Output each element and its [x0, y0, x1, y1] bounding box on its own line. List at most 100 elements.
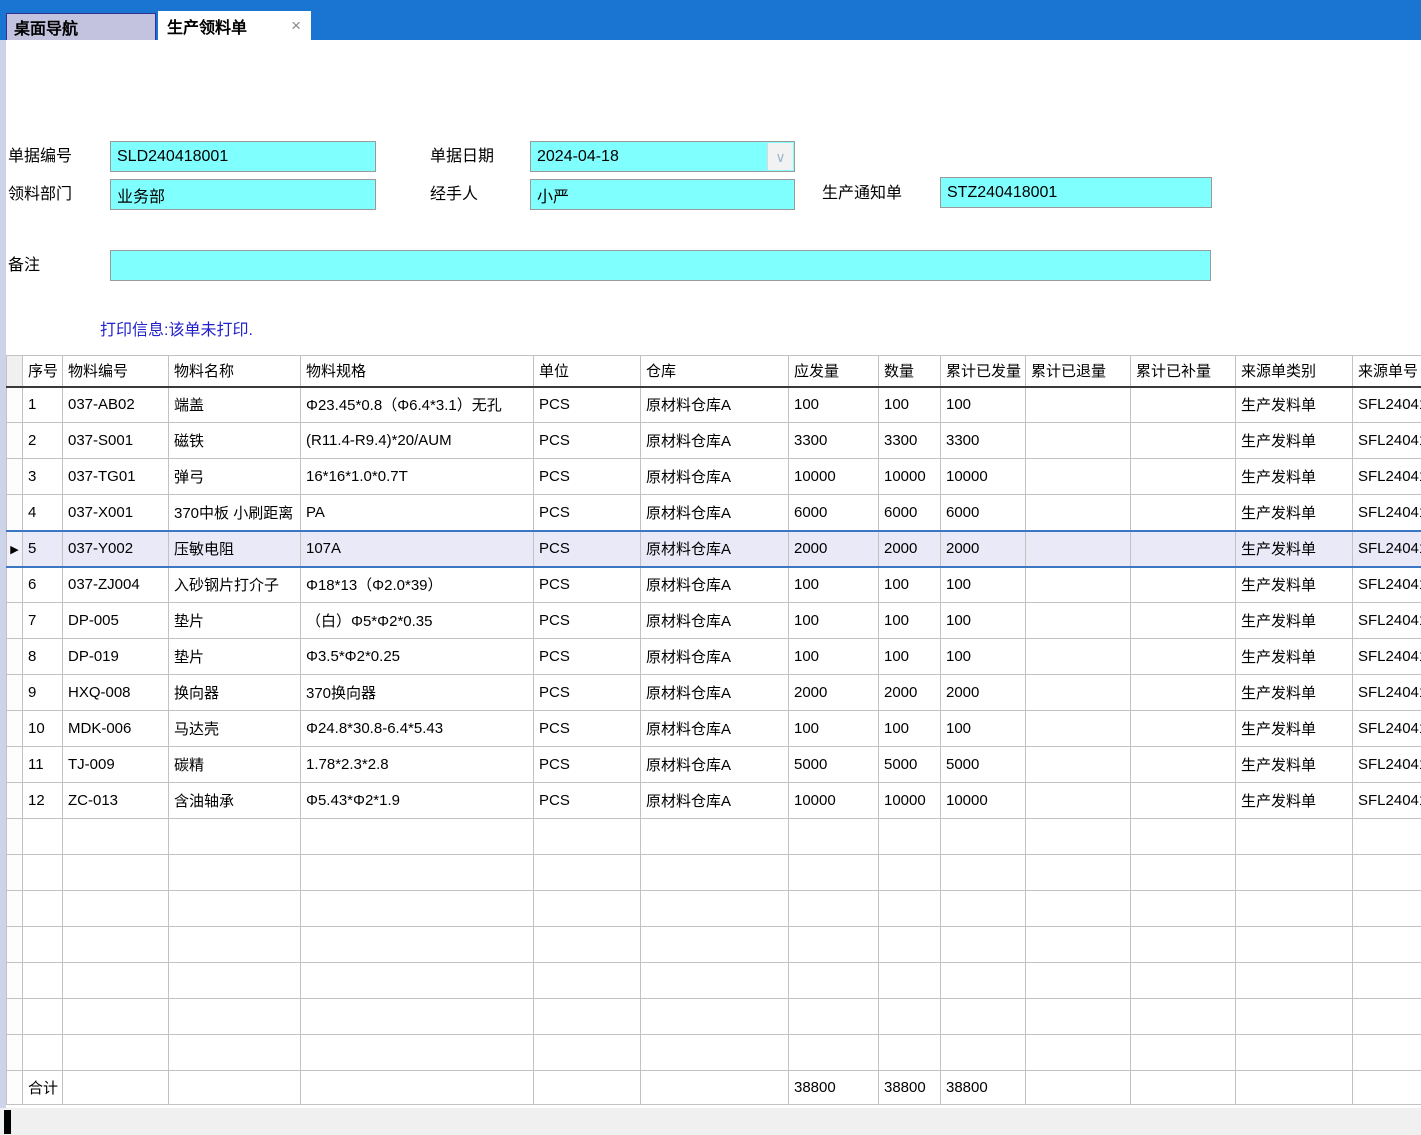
cell-spec[interactable]: 370换向器 [301, 675, 534, 711]
cell-qty[interactable]: 100 [879, 603, 941, 639]
cell-replenished[interactable] [1131, 747, 1236, 783]
tab-production-requisition[interactable]: 生产领料单 × [158, 11, 311, 40]
cell-spec[interactable]: Φ23.45*0.8（Φ6.4*3.1）无孔 [301, 387, 534, 423]
cell-name[interactable]: 马达壳 [169, 711, 301, 747]
cell-spec[interactable]: (R11.4-R9.4)*20/AUM [301, 423, 534, 459]
cell-qty[interactable]: 6000 [879, 495, 941, 531]
table-row[interactable]: 11TJ-009碳精1.78*2.3*2.8PCS原材料仓库A500050005… [7, 747, 1421, 783]
cell-warehouse[interactable]: 原材料仓库A [641, 711, 789, 747]
cell-returned[interactable] [1026, 747, 1131, 783]
cell-replenished[interactable] [1131, 423, 1236, 459]
cell-name[interactable]: 压敏电阻 [169, 531, 301, 567]
cell-due[interactable]: 2000 [789, 531, 879, 567]
cell-code[interactable]: 037-S001 [63, 423, 169, 459]
cell-returned[interactable] [1026, 387, 1131, 423]
table-row[interactable]: 12ZC-013含油轴承Φ5.43*Φ2*1.9PCS原材料仓库A1000010… [7, 783, 1421, 819]
cell-qty[interactable]: 100 [879, 567, 941, 603]
cell-due[interactable]: 2000 [789, 675, 879, 711]
cell-warehouse[interactable]: 原材料仓库A [641, 387, 789, 423]
table-row[interactable]: 1037-AB02端盖Φ23.45*0.8（Φ6.4*3.1）无孔PCS原材料仓… [7, 387, 1421, 423]
cell-unit[interactable]: PCS [534, 387, 641, 423]
cell-spec[interactable]: 107A [301, 531, 534, 567]
cell-replenished[interactable] [1131, 459, 1236, 495]
cell-returned[interactable] [1026, 459, 1131, 495]
cell-due[interactable]: 6000 [789, 495, 879, 531]
cell-code[interactable]: DP-019 [63, 639, 169, 675]
cell-unit[interactable]: PCS [534, 711, 641, 747]
row-indicator[interactable] [7, 495, 23, 531]
cell-unit[interactable]: PCS [534, 459, 641, 495]
cell-source-type[interactable]: 生产发料单 [1236, 603, 1353, 639]
cell-source-no[interactable]: SFL240418001 [1353, 387, 1421, 423]
cell-source-no[interactable]: SFL240418001 [1353, 603, 1421, 639]
row-indicator[interactable] [7, 783, 23, 819]
cell-issued[interactable]: 100 [941, 639, 1026, 675]
cell-replenished[interactable] [1131, 387, 1236, 423]
doc-no-input[interactable] [110, 141, 376, 172]
cell-unit[interactable]: PCS [534, 423, 641, 459]
cell-warehouse[interactable]: 原材料仓库A [641, 423, 789, 459]
cell-code[interactable]: DP-005 [63, 603, 169, 639]
table-row-selected[interactable]: ▶5037-Y002压敏电阻107APCS原材料仓库A200020002000生… [7, 531, 1421, 567]
cell-spec[interactable]: PA [301, 495, 534, 531]
cell-qty[interactable]: 3300 [879, 423, 941, 459]
cell-code[interactable]: MDK-006 [63, 711, 169, 747]
cell-warehouse[interactable]: 原材料仓库A [641, 603, 789, 639]
handler-input[interactable] [530, 179, 795, 210]
cell-source-type[interactable]: 生产发料单 [1236, 711, 1353, 747]
cell-issued[interactable]: 100 [941, 387, 1026, 423]
cell-warehouse[interactable]: 原材料仓库A [641, 639, 789, 675]
cell-no[interactable]: 12 [23, 783, 63, 819]
cell-source-no[interactable]: SFL240418001 [1353, 531, 1421, 567]
cell-code[interactable]: ZC-013 [63, 783, 169, 819]
cell-due[interactable]: 10000 [789, 783, 879, 819]
cell-warehouse[interactable]: 原材料仓库A [641, 531, 789, 567]
cell-no[interactable]: 1 [23, 387, 63, 423]
row-indicator[interactable] [7, 567, 23, 603]
cell-unit[interactable]: PCS [534, 783, 641, 819]
cell-source-type[interactable]: 生产发料单 [1236, 495, 1353, 531]
doc-date-combobox[interactable]: 2024-04-18 ∨ [530, 141, 795, 172]
cell-source-no[interactable]: SFL240418001 [1353, 567, 1421, 603]
cell-returned[interactable] [1026, 711, 1131, 747]
cell-code[interactable]: HXQ-008 [63, 675, 169, 711]
cell-source-no[interactable]: SFL240418001 [1353, 495, 1421, 531]
cell-returned[interactable] [1026, 423, 1131, 459]
cell-issued[interactable]: 10000 [941, 459, 1026, 495]
cell-replenished[interactable] [1131, 675, 1236, 711]
row-indicator[interactable] [7, 459, 23, 495]
cell-qty[interactable]: 100 [879, 711, 941, 747]
cell-replenished[interactable] [1131, 531, 1236, 567]
cell-qty[interactable]: 2000 [879, 531, 941, 567]
cell-issued[interactable]: 3300 [941, 423, 1026, 459]
cell-source-no[interactable]: SFL240418001 [1353, 747, 1421, 783]
cell-qty[interactable]: 100 [879, 387, 941, 423]
cell-source-no[interactable]: SFL240418001 [1353, 711, 1421, 747]
cell-no[interactable]: 10 [23, 711, 63, 747]
cell-returned[interactable] [1026, 783, 1131, 819]
cell-issued[interactable]: 6000 [941, 495, 1026, 531]
cell-replenished[interactable] [1131, 567, 1236, 603]
cell-spec[interactable]: 16*16*1.0*0.7T [301, 459, 534, 495]
cell-due[interactable]: 100 [789, 567, 879, 603]
remarks-input[interactable] [110, 250, 1211, 281]
cell-unit[interactable]: PCS [534, 675, 641, 711]
dept-input[interactable] [110, 179, 376, 210]
cell-name[interactable]: 端盖 [169, 387, 301, 423]
cell-no[interactable]: 11 [23, 747, 63, 783]
cell-unit[interactable]: PCS [534, 603, 641, 639]
cell-issued[interactable]: 2000 [941, 675, 1026, 711]
cell-returned[interactable] [1026, 495, 1131, 531]
cell-warehouse[interactable]: 原材料仓库A [641, 459, 789, 495]
cell-returned[interactable] [1026, 531, 1131, 567]
cell-spec[interactable]: Φ24.8*30.8-6.4*5.43 [301, 711, 534, 747]
cell-source-type[interactable]: 生产发料单 [1236, 783, 1353, 819]
cell-source-type[interactable]: 生产发料单 [1236, 747, 1353, 783]
cell-no[interactable]: 4 [23, 495, 63, 531]
cell-no[interactable]: 6 [23, 567, 63, 603]
cell-code[interactable]: 037-AB02 [63, 387, 169, 423]
cell-name[interactable]: 弹弓 [169, 459, 301, 495]
cell-code[interactable]: 037-ZJ004 [63, 567, 169, 603]
cell-unit[interactable]: PCS [534, 567, 641, 603]
cell-spec[interactable]: Φ5.43*Φ2*1.9 [301, 783, 534, 819]
